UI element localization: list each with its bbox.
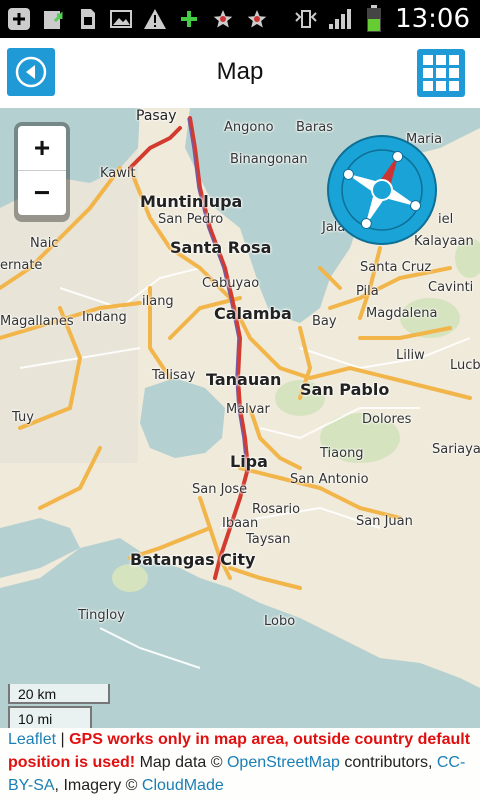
place-muntinlupa: Muntinlupa [140,192,243,211]
vibrate-icon [293,6,319,32]
star-icon [244,6,270,32]
map-data-text: Map data © [135,754,227,771]
add-icon [6,6,32,32]
map-view[interactable]: Pasay Angono Baras Maria Binangonan Kawi… [0,108,480,728]
place-kawit: Kawit [100,166,136,181]
grid-icon [423,55,459,91]
place-sanantonio: San Antonio [290,472,369,487]
place-lobo: Lobo [264,614,296,629]
place-dolores: Dolores [362,412,412,427]
upload-icon [40,6,66,32]
contributors-text: contributors, [339,754,437,771]
place-magallanes: Magallanes [0,314,74,329]
grid-menu-button[interactable] [417,49,465,97]
plus-icon [176,6,202,32]
zoom-in-button[interactable]: + [18,126,66,171]
place-angono: Angono [224,120,274,135]
leaflet-link[interactable]: Leaflet [8,731,56,748]
status-bar: 13:06 [0,0,480,38]
place-indang: Indang [82,310,127,325]
page-title: Map [216,58,264,85]
app-bar: Map [0,38,480,109]
place-binangonan: Binangonan [230,152,308,167]
place-naic: Naic [30,236,59,251]
map-attribution: Leaflet | GPS works only in map area, ou… [0,728,480,800]
place-lucb: Lucb [450,358,480,373]
place-sanpablo: San Pablo [300,380,390,399]
scale-km: 20 km [8,684,110,704]
place-taysan: Taysan [246,532,291,547]
place-siniloan: iel [438,212,454,227]
signal-icon [327,6,353,32]
place-bay: Bay [312,314,337,329]
place-sariaya: Sariaya [432,442,480,457]
place-santarosa: Santa Rosa [170,238,272,257]
status-time: 13:06 [395,4,470,34]
place-tiaong: Tiaong [320,446,364,461]
place-calamba: Calamba [214,304,292,323]
sd-card-icon [74,6,100,32]
place-rosario: Rosario [252,502,301,517]
place-tanauan: Tanauan [206,370,282,389]
scale-mi: 10 mi [8,706,92,728]
place-malvar: Malvar [226,402,270,417]
zoom-out-button[interactable]: − [18,171,66,215]
openstreetmap-link[interactable]: OpenStreetMap [227,754,340,771]
compass-button[interactable] [326,134,438,246]
imagery-text: , Imagery © [54,777,142,794]
place-sanjose: San Jose [192,482,248,497]
zoom-control: + − [14,122,70,222]
place-santacruz: Santa Cruz [360,260,432,275]
place-tingloy: Tingloy [78,608,125,623]
attribution-separator: | [56,731,70,748]
place-talisay: Talisay [152,368,196,383]
place-sanjuan: San Juan [356,514,413,529]
place-magdalena: Magdalena [366,306,438,321]
place-baras: Baras [296,120,333,135]
place-tuy: Tuy [12,410,34,425]
place-batangas: Batangas City [130,550,256,569]
cloudmade-link[interactable]: CloudMade [142,777,224,794]
compass-icon [327,135,437,245]
place-cabuyao: Cabuyao [202,276,260,291]
warning-icon [142,6,168,32]
star-icon [210,6,236,32]
place-ernate: ernate [0,258,43,273]
image-icon [108,6,134,32]
battery-icon [361,5,387,32]
place-liliw: Liliw [396,348,425,363]
place-cavinti: Cavinti [428,280,474,295]
map-scale: 20 km 10 mi [8,684,110,728]
place-pila: Pila [356,284,379,299]
place-lipa: Lipa [230,452,268,471]
place-ilang: ilang [142,294,174,309]
place-sanpedro: San Pedro [158,212,224,227]
place-pasay: Pasay [136,108,177,124]
place-ibaan: Ibaan [222,516,259,531]
